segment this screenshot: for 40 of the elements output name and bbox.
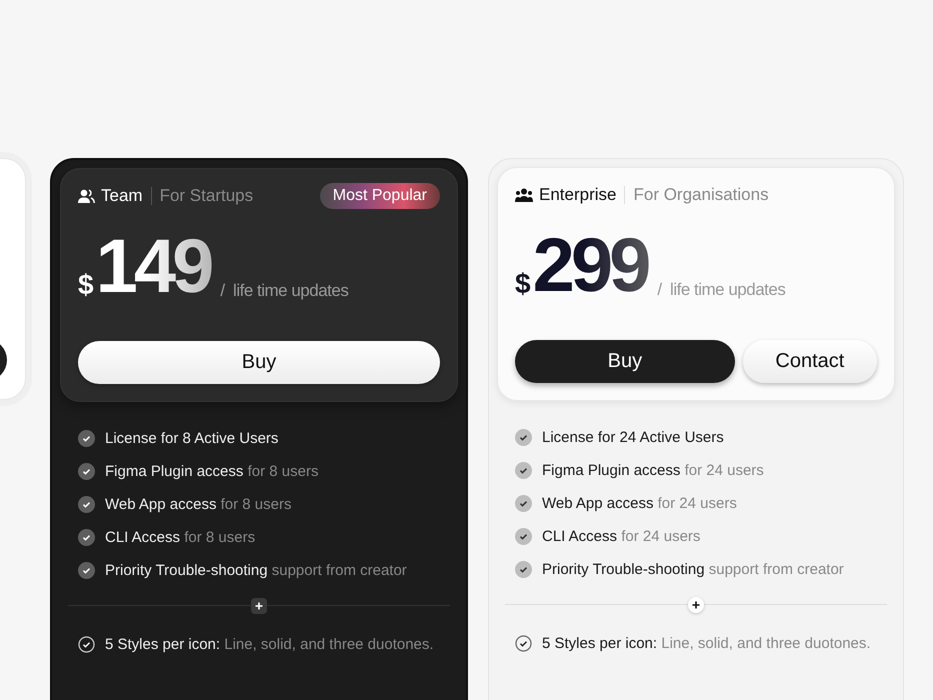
check-circle-icon bbox=[515, 495, 532, 512]
feature-text: Priority Trouble-shooting support from creator bbox=[105, 562, 407, 579]
users-icon bbox=[78, 188, 95, 204]
check-circle-icon bbox=[515, 561, 532, 578]
plus-icon[interactable] bbox=[251, 598, 267, 614]
plan-name: Enterprise bbox=[539, 185, 616, 205]
feature-text: Web App access for 8 users bbox=[105, 496, 292, 513]
check-circle-icon bbox=[515, 462, 532, 479]
feature-text: CLI Access for 24 users bbox=[542, 528, 700, 545]
check-circle-icon bbox=[515, 528, 532, 545]
check-circle-icon bbox=[78, 529, 95, 546]
currency-symbol: $ bbox=[515, 268, 531, 300]
feature-text: Figma Plugin access for 8 users bbox=[105, 463, 318, 480]
action-button[interactable]: Buy bbox=[78, 341, 440, 384]
feature-text: CLI Access for 8 users bbox=[105, 529, 256, 546]
popular-badge: Most Popular bbox=[320, 183, 440, 209]
check-circle-icon bbox=[78, 430, 95, 447]
feature-text: Web App access for 24 users bbox=[542, 495, 737, 512]
feature-text: Priority Trouble-shooting support from creator bbox=[542, 561, 844, 578]
plus-icon[interactable] bbox=[688, 597, 704, 613]
plan-audience: For Organisations bbox=[633, 185, 769, 205]
check-circle-icon bbox=[515, 429, 532, 446]
action-button[interactable]: Contact bbox=[742, 340, 877, 383]
currency-symbol: $ bbox=[78, 269, 94, 301]
group-icon bbox=[515, 188, 533, 202]
feature-text: 5 Styles per icon: Line, solid, and three duotones. bbox=[105, 636, 434, 653]
feature-text: License for 24 Active Users bbox=[542, 429, 724, 446]
check-circle-icon bbox=[78, 636, 95, 653]
feature-text: Figma Plugin access for 24 users bbox=[542, 462, 764, 479]
check-circle-icon bbox=[515, 635, 532, 652]
check-circle-icon bbox=[78, 463, 95, 480]
plan-audience: For Startups bbox=[160, 186, 254, 206]
feature-text: License for 8 Active Users bbox=[105, 430, 278, 447]
check-circle-icon bbox=[78, 496, 95, 513]
plan-name: Team bbox=[101, 186, 143, 206]
buy-button[interactable]: Buy bbox=[515, 340, 735, 383]
check-circle-icon bbox=[78, 562, 95, 579]
price-period: / life time updates bbox=[220, 281, 348, 301]
feature-text: 5 Styles per icon: Line, solid, and three duotones. bbox=[542, 635, 871, 652]
price-period: / life time updates bbox=[657, 280, 786, 300]
